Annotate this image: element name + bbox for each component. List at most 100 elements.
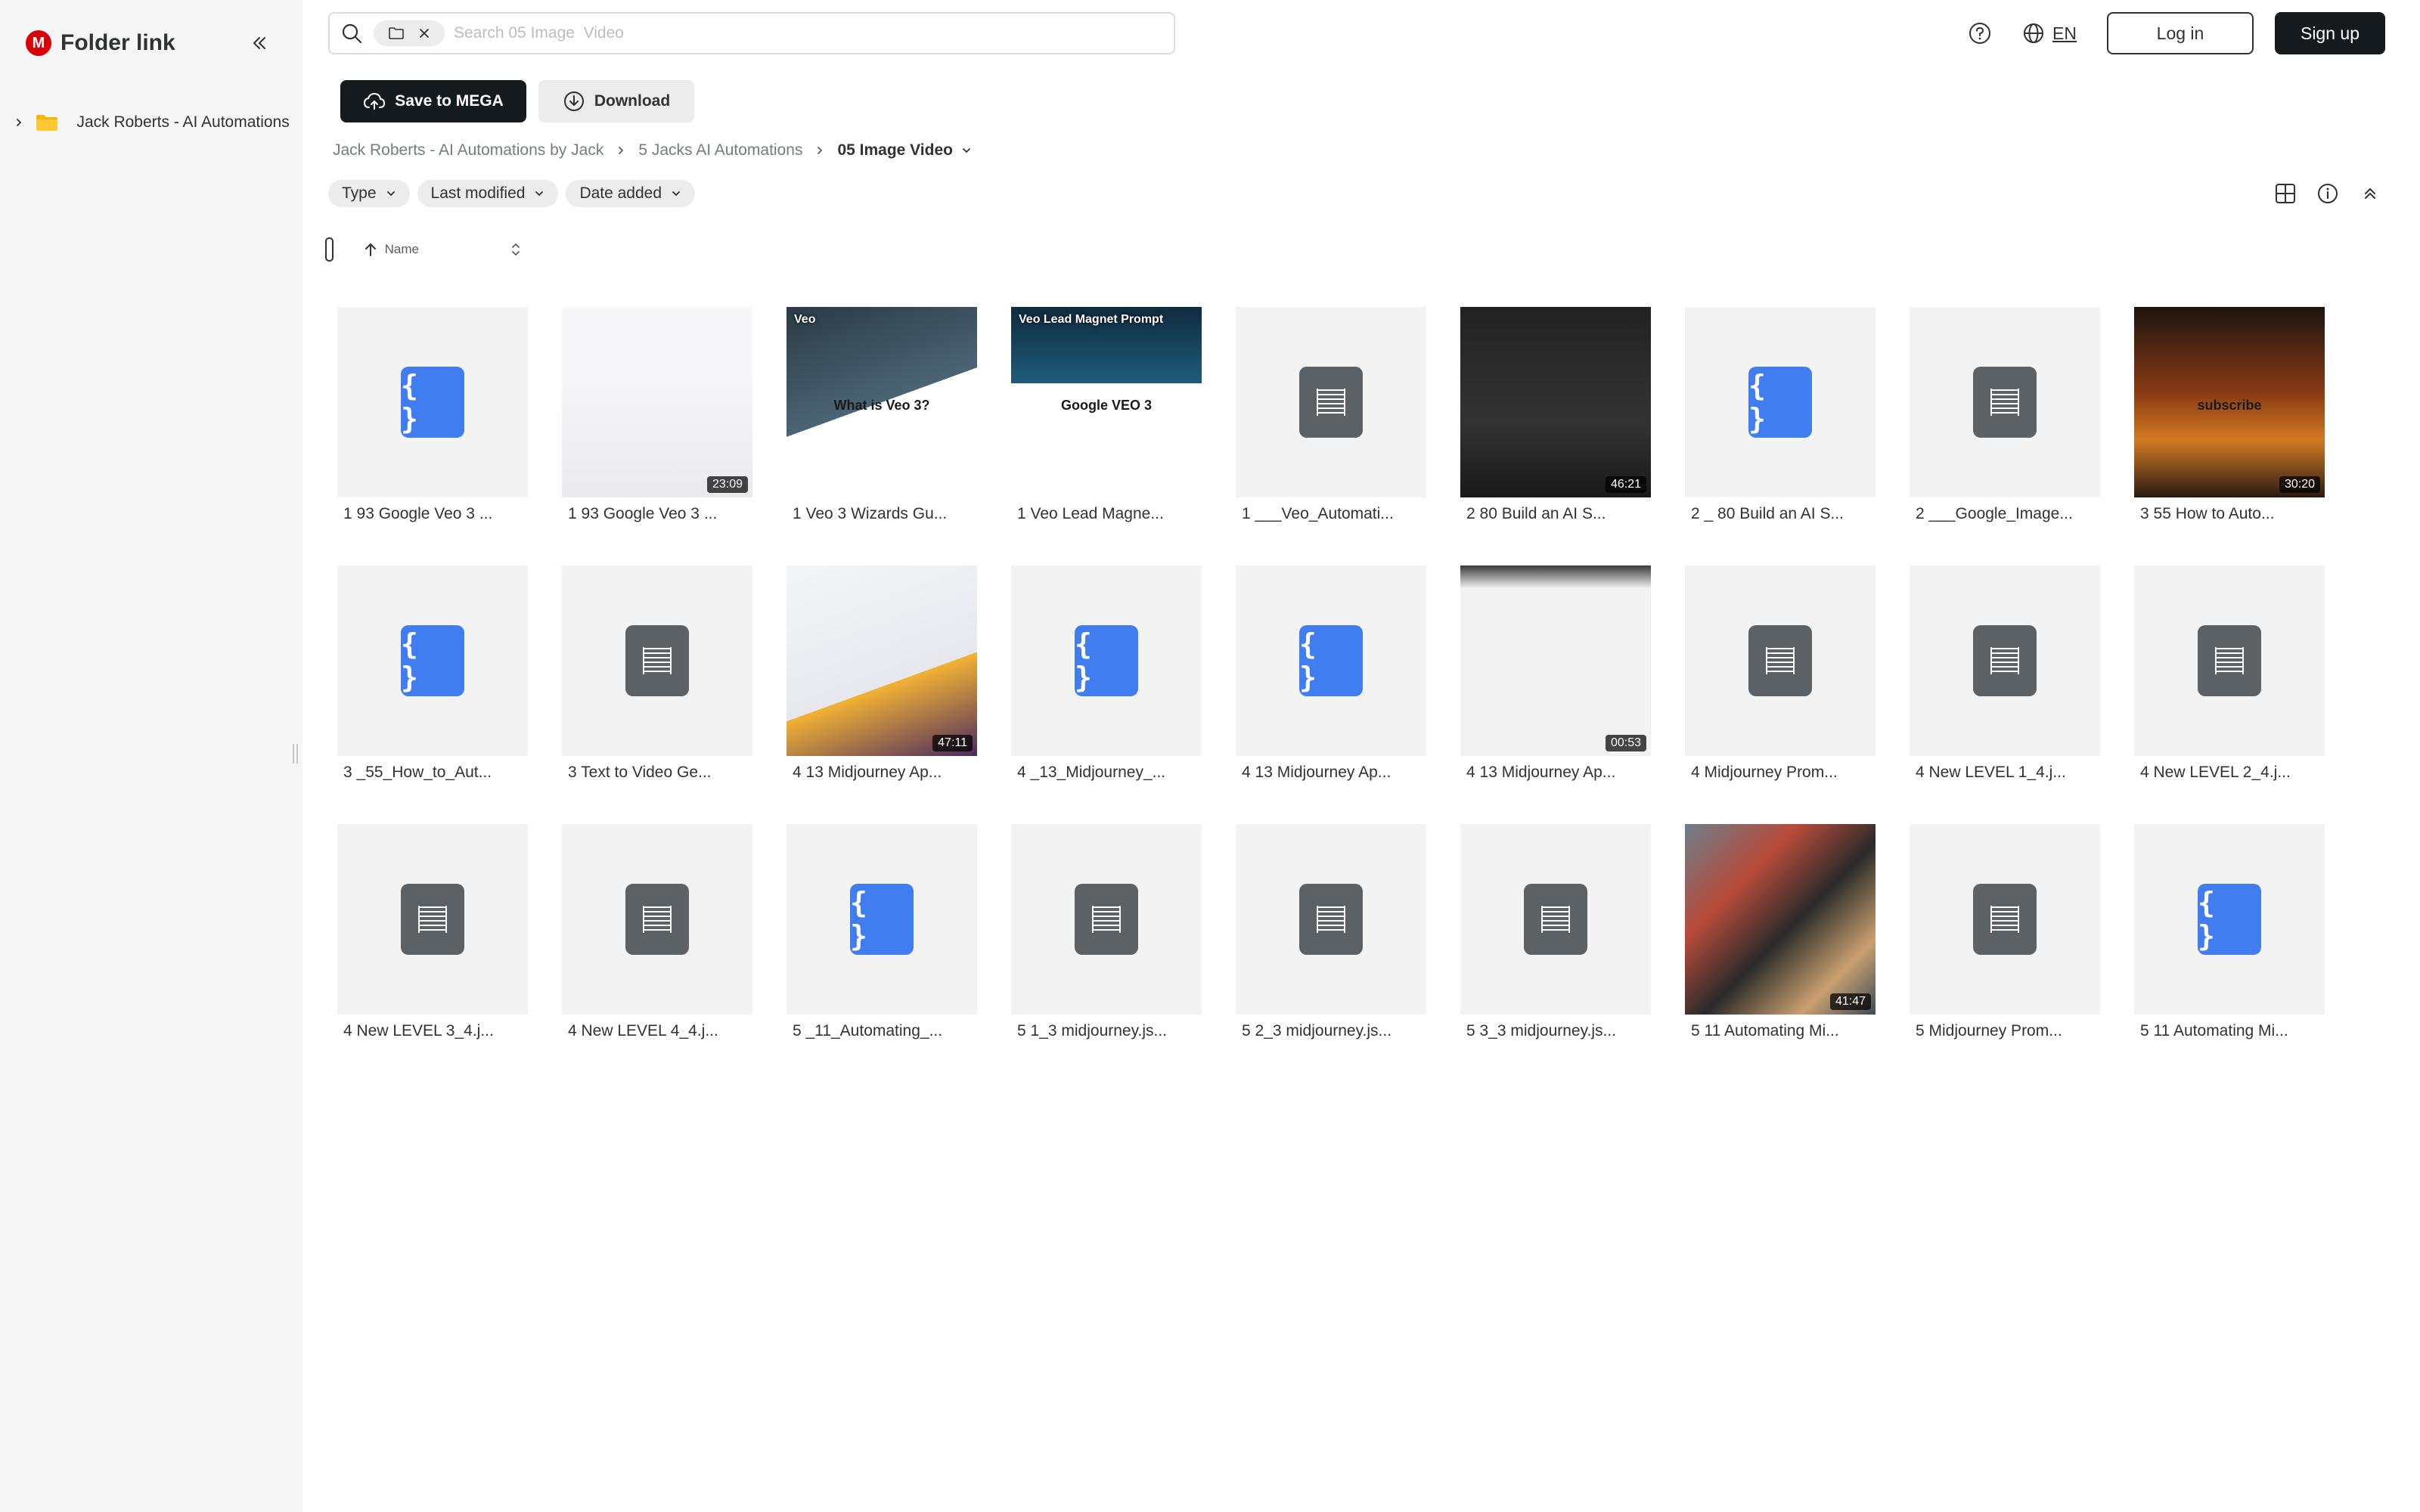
text-file-thumbnail[interactable]	[1460, 824, 1651, 1015]
chevron-down-icon	[535, 191, 544, 197]
text-file-thumbnail[interactable]	[1910, 824, 2100, 1015]
info-icon	[2318, 184, 2338, 203]
text-file-thumbnail[interactable]	[1910, 565, 2100, 756]
json-file-thumbnail[interactable]: { }	[2134, 824, 2325, 1015]
text-file-thumbnail[interactable]	[1236, 824, 1426, 1015]
signup-button[interactable]: Sign up	[2275, 12, 2385, 54]
filter-label: Last modified	[430, 184, 526, 202]
collapse-header-button[interactable]	[2356, 180, 2384, 207]
media-thumbnail[interactable]: 47:11	[786, 565, 977, 756]
file-card[interactable]: { } 5 _11_Automating_...	[786, 824, 977, 1040]
download-button[interactable]: Download	[538, 80, 694, 122]
file-name: 4 New LEVEL 1_4.j...	[1916, 764, 2066, 781]
download-icon	[563, 91, 584, 111]
text-file-thumbnail[interactable]	[1236, 307, 1426, 497]
search-bar[interactable]	[328, 12, 1175, 54]
text-file-thumbnail[interactable]	[1685, 565, 1876, 756]
json-file-thumbnail[interactable]: { }	[786, 824, 977, 1015]
file-card[interactable]: 4 New LEVEL 1_4.j...	[1910, 565, 2100, 781]
file-card[interactable]: 4 New LEVEL 4_4.j...	[562, 824, 752, 1040]
json-file-thumbnail[interactable]: { }	[1011, 565, 1202, 756]
file-card[interactable]: 5 2_3 midjourney.js...	[1236, 824, 1426, 1040]
help-button[interactable]	[1965, 18, 1995, 48]
file-card[interactable]: 5 1_3 midjourney.js...	[1011, 824, 1202, 1040]
media-thumbnail[interactable]: Veo Lead Magnet Prompt Google VEO 3	[1011, 307, 1202, 497]
file-name: 3 Text to Video Ge...	[568, 764, 712, 781]
file-card[interactable]: 4 New LEVEL 3_4.j...	[337, 824, 528, 1040]
tree-item-folder[interactable]: Jack Roberts - AI Automations by Jack	[11, 109, 290, 136]
file-name: 4 _13_Midjourney_...	[1017, 764, 1166, 781]
code-file-icon: { }	[1299, 625, 1363, 696]
file-card[interactable]: 4 Midjourney Prom...	[1685, 565, 1876, 781]
breadcrumb-item[interactable]: Jack Roberts - AI Automations by Jack	[333, 141, 603, 160]
media-thumbnail[interactable]: 41:47	[1685, 824, 1876, 1015]
media-thumbnail[interactable]: 46:21	[1460, 307, 1651, 497]
sort-toggle-icon[interactable]	[510, 241, 522, 258]
file-card[interactable]: 5 Midjourney Prom...	[1910, 824, 2100, 1040]
file-card[interactable]: 47:11 4 13 Midjourney Ap...	[786, 565, 977, 781]
info-button[interactable]	[2314, 180, 2341, 207]
text-file-thumbnail[interactable]	[1910, 307, 2100, 497]
sort-label[interactable]: Name	[385, 242, 419, 257]
help-icon	[1969, 23, 1991, 44]
filter-label: Type	[342, 184, 377, 202]
login-button[interactable]: Log in	[2107, 12, 2254, 54]
file-card[interactable]: { } 3 _55_How_to_Aut...	[337, 565, 528, 781]
file-card[interactable]: { } 5 11 Automating Mi...	[2134, 824, 2325, 1040]
file-card[interactable]: { } 1 93 Google Veo 3 ...	[337, 307, 528, 522]
file-name: 5 3_3 midjourney.js...	[1466, 1022, 1617, 1040]
save-to-mega-button[interactable]: Save to MEGA	[340, 80, 526, 122]
arrow-up-icon[interactable]	[364, 242, 377, 257]
search-scope-chip[interactable]	[374, 20, 445, 46]
json-file-thumbnail[interactable]: { }	[1236, 565, 1426, 756]
file-card[interactable]: 5 3_3 midjourney.js...	[1460, 824, 1651, 1040]
filter-date-added[interactable]: Date added	[566, 180, 696, 207]
text-file-thumbnail[interactable]	[337, 824, 528, 1015]
file-card[interactable]: 41:47 5 11 Automating Mi...	[1685, 824, 1876, 1040]
text-file-thumbnail[interactable]	[562, 824, 752, 1015]
file-card[interactable]: 4 New LEVEL 2_4.j...	[2134, 565, 2325, 781]
file-card[interactable]: 23:09 1 93 Google Veo 3 ...	[562, 307, 752, 522]
text-file-thumbnail[interactable]	[562, 565, 752, 756]
filter-last-modified[interactable]: Last modified	[417, 180, 559, 207]
breadcrumb-current[interactable]: 05 Image Video	[837, 141, 953, 160]
search-input[interactable]	[454, 24, 1134, 42]
sidebar-resize-handle[interactable]	[292, 744, 298, 764]
breadcrumb: Jack Roberts - AI Automations by Jack 5 …	[333, 139, 973, 162]
json-file-thumbnail[interactable]: { }	[337, 565, 528, 756]
file-card[interactable]: { } 4 _13_Midjourney_...	[1011, 565, 1202, 781]
file-name: 5 11 Automating Mi...	[2140, 1022, 2288, 1040]
collapse-sidebar-button[interactable]	[247, 30, 272, 56]
media-thumbnail[interactable]: subscribe 30:20	[2134, 307, 2325, 497]
file-card[interactable]: subscribe 30:20 3 55 How to Auto...	[2134, 307, 2325, 522]
language-selector[interactable]: EN	[2022, 22, 2077, 45]
file-card[interactable]: { } 2 _ 80 Build an AI S...	[1685, 307, 1876, 522]
media-thumbnail[interactable]: 23:09	[562, 307, 752, 497]
breadcrumb-item[interactable]: 5 Jacks AI Automations	[638, 141, 802, 160]
json-file-thumbnail[interactable]: { }	[1685, 307, 1876, 497]
file-card[interactable]: 2 ___Google_Image...	[1910, 307, 2100, 522]
media-thumbnail[interactable]: 00:53	[1460, 565, 1651, 756]
chevron-right-icon[interactable]	[11, 117, 26, 128]
text-file-icon	[625, 625, 689, 696]
filter-type[interactable]: Type	[328, 180, 410, 207]
file-card[interactable]: 00:53 4 13 Midjourney Ap...	[1460, 565, 1651, 781]
brand[interactable]: M Folder link	[26, 30, 175, 56]
file-card[interactable]: 3 Text to Video Ge...	[562, 565, 752, 781]
file-card[interactable]: 1 ___Veo_Automati...	[1236, 307, 1426, 522]
text-file-thumbnail[interactable]	[1011, 824, 1202, 1015]
code-file-icon: { }	[401, 625, 464, 696]
file-card[interactable]: Veo What is Veo 3? 1 Veo 3 Wizards Gu...	[786, 307, 977, 522]
file-card[interactable]: 46:21 2 80 Build an AI S...	[1460, 307, 1651, 522]
file-card[interactable]: Veo Lead Magnet Prompt Google VEO 3 1 Veo …	[1011, 307, 1202, 522]
grid-view-button[interactable]	[2272, 180, 2299, 207]
close-icon[interactable]	[418, 27, 430, 39]
text-file-thumbnail[interactable]	[2134, 565, 2325, 756]
file-card[interactable]: { } 4 13 Midjourney Ap...	[1236, 565, 1426, 781]
text-file-icon	[2198, 625, 2261, 696]
media-thumbnail[interactable]: Veo What is Veo 3?	[786, 307, 977, 497]
text-file-icon	[1299, 884, 1363, 955]
json-file-thumbnail[interactable]: { }	[337, 307, 528, 497]
select-all-checkbox[interactable]	[325, 237, 334, 262]
chevron-down-icon[interactable]	[960, 144, 973, 156]
